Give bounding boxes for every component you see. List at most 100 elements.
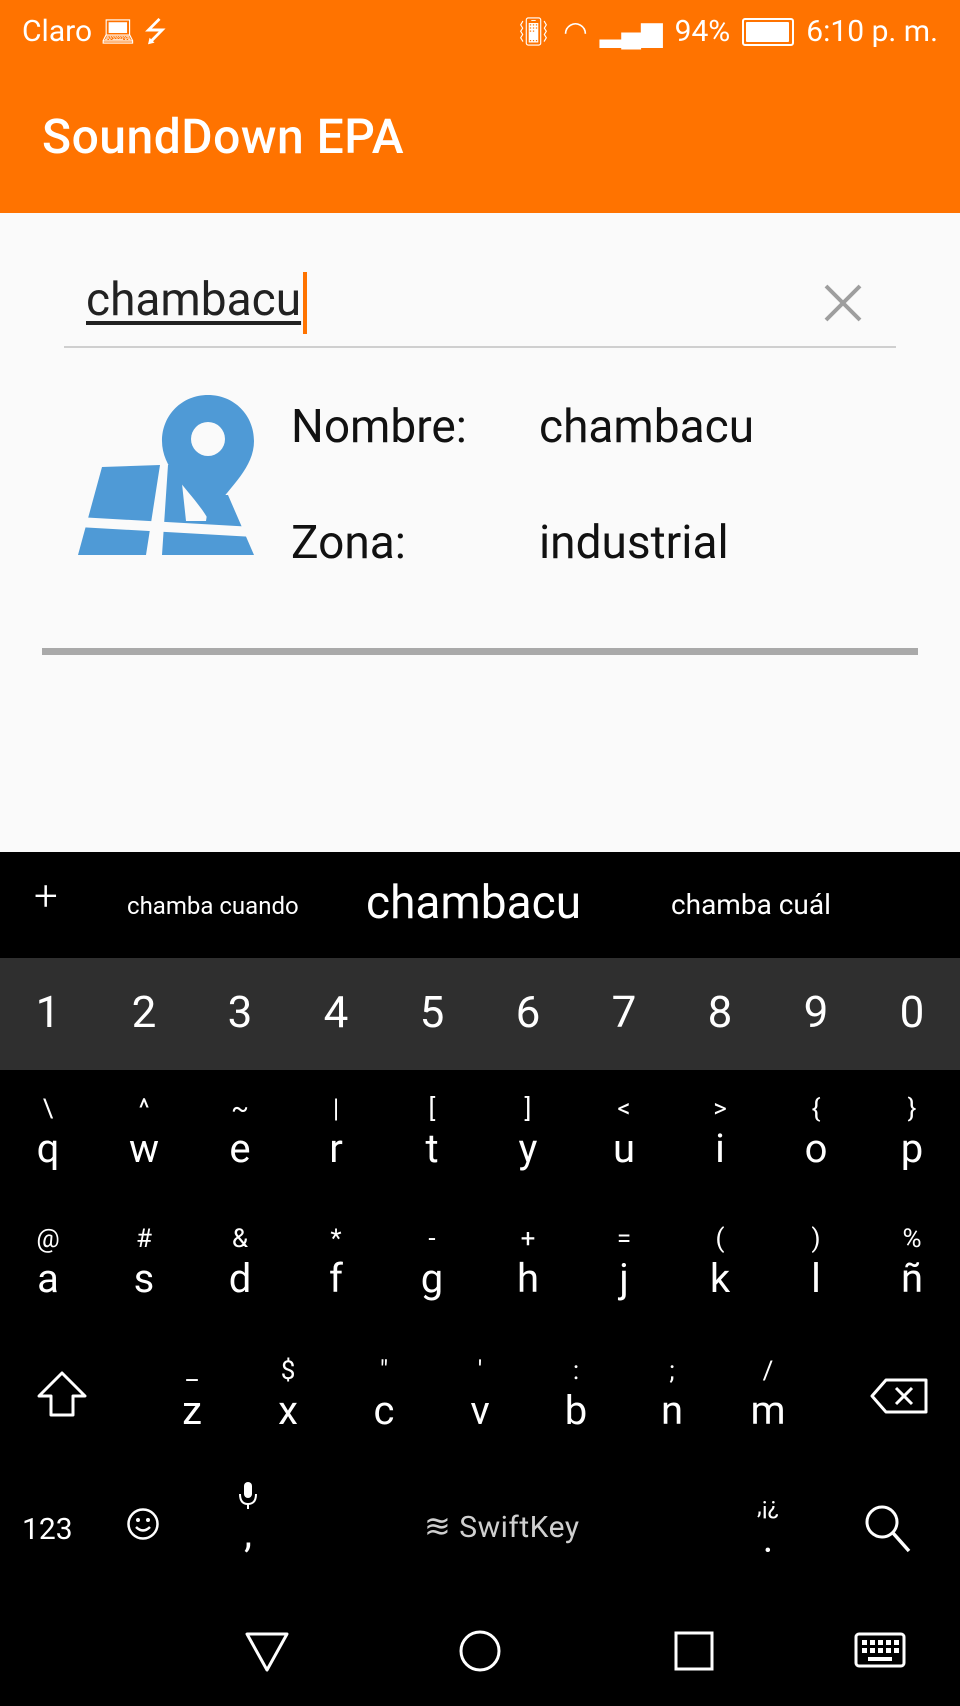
letter-key[interactable]: = j	[576, 1222, 672, 1302]
key-secondary-symbol: )	[811, 1224, 821, 1254]
navigation-bar	[0, 1600, 960, 1706]
home-icon[interactable]	[457, 1628, 503, 1674]
key-secondary-symbol: /	[762, 1356, 774, 1386]
comma-label: ,	[244, 1510, 252, 1557]
number-key[interactable]: 7	[576, 986, 672, 1038]
comma-key[interactable]: ,	[228, 1480, 268, 1568]
number-key[interactable]: 4	[288, 986, 384, 1038]
key-secondary-symbol: {	[811, 1094, 821, 1124]
number-key[interactable]: 1	[0, 986, 96, 1038]
letter-key[interactable]: $ x	[240, 1354, 336, 1434]
letter-key[interactable]: (k	[672, 1222, 768, 1302]
key-letter: ñ	[900, 1255, 924, 1302]
key-letter: u	[612, 1125, 636, 1172]
emoji-icon[interactable]	[126, 1507, 160, 1541]
search-input[interactable]: chambacu	[86, 273, 301, 327]
key-letter: h	[516, 1255, 540, 1302]
number-key[interactable]: 9	[768, 986, 864, 1038]
vibrate-icon: 📳︎	[515, 14, 552, 48]
letter-key[interactable]: * f	[288, 1222, 384, 1302]
key-secondary-symbol: '	[477, 1356, 483, 1386]
zone-label: Zona:	[291, 516, 406, 570]
text-caret	[303, 272, 308, 334]
shift-icon[interactable]	[36, 1370, 88, 1418]
divider	[42, 648, 918, 655]
key-secondary-symbol: "	[379, 1356, 389, 1386]
key-secondary-symbol: -	[428, 1224, 436, 1254]
key-secondary-symbol: =	[616, 1224, 632, 1254]
period-key[interactable]: ,¡¿ .	[748, 1492, 788, 1562]
usb-icon: ⭍	[143, 14, 167, 48]
search-icon[interactable]	[862, 1502, 912, 1554]
number-key[interactable]: 8	[672, 986, 768, 1038]
key-letter: r	[329, 1125, 343, 1172]
letter-key[interactable]: \ q	[0, 1092, 96, 1172]
key-secondary-symbol: %	[902, 1224, 922, 1254]
key-secondary-symbol: |	[332, 1094, 340, 1124]
key-letter: k	[709, 1255, 731, 1302]
number-key[interactable]: 0	[864, 986, 960, 1038]
number-key[interactable]: 6	[480, 986, 576, 1038]
letter-key[interactable]: ; n	[624, 1354, 720, 1434]
suggestion-center[interactable]: chambacu	[366, 876, 581, 930]
letter-key[interactable]: + h	[480, 1222, 576, 1302]
letter-key[interactable]: " c	[336, 1354, 432, 1434]
carrier-label: Claro	[22, 14, 93, 49]
numbers-key[interactable]: 123	[22, 1512, 73, 1547]
recents-icon[interactable]	[671, 1628, 717, 1674]
key-letter: z	[182, 1387, 202, 1434]
letter-key[interactable]: [t	[384, 1092, 480, 1172]
key-letter: g	[420, 1255, 444, 1302]
letter-key[interactable]: % ñ	[864, 1222, 960, 1302]
letter-key[interactable]: -g	[384, 1222, 480, 1302]
key-letter: d	[228, 1255, 252, 1302]
letter-key[interactable]: ~ e	[192, 1092, 288, 1172]
letter-key[interactable]: } p	[864, 1092, 960, 1172]
number-key[interactable]: 2	[96, 986, 192, 1038]
key-letter: c	[373, 1387, 395, 1434]
space-bar-label: SwiftKey	[459, 1510, 580, 1545]
key-secondary-symbol: [	[428, 1094, 436, 1124]
key-secondary-symbol: ^	[138, 1094, 150, 1124]
key-secondary-symbol: @	[36, 1224, 60, 1254]
letter-key[interactable]: | r	[288, 1092, 384, 1172]
letter-key[interactable]: > i	[672, 1092, 768, 1172]
search-field[interactable]: chambacu	[64, 262, 896, 348]
backspace-icon[interactable]	[870, 1378, 928, 1414]
key-letter: q	[36, 1125, 60, 1172]
letter-key[interactable]: :b	[528, 1354, 624, 1434]
key-secondary-symbol: \	[42, 1094, 54, 1124]
key-letter: s	[133, 1255, 155, 1302]
battery-percent: 94%	[674, 14, 731, 49]
search-input-wrapper[interactable]: chambacu	[86, 272, 308, 334]
keyboard-icon[interactable]	[854, 1628, 906, 1674]
key-secondary-symbol: >	[713, 1094, 727, 1124]
key-letter: i	[715, 1125, 725, 1172]
suggestion-right[interactable]: chamba cuál	[671, 888, 831, 921]
suggestion-bar: + chamba cuando chambacu chamba cuál	[0, 852, 960, 958]
letter-key[interactable]: ' v	[432, 1354, 528, 1434]
letter-key[interactable]: _ z	[144, 1354, 240, 1434]
letter-key[interactable]: {o	[768, 1092, 864, 1172]
key-letter: a	[37, 1255, 59, 1302]
letter-key[interactable]: ^ w	[96, 1092, 192, 1172]
letter-key[interactable]: # s	[96, 1222, 192, 1302]
key-secondary-symbol: ~	[231, 1094, 249, 1124]
number-key[interactable]: 3	[192, 986, 288, 1038]
period-label: .	[762, 1515, 774, 1562]
suggestion-left[interactable]: chamba cuando	[127, 892, 299, 920]
letter-key[interactable]: & d	[192, 1222, 288, 1302]
letter-key[interactable]: < u	[576, 1092, 672, 1172]
plus-icon[interactable]: +	[34, 872, 58, 921]
close-icon[interactable]	[820, 280, 866, 326]
letter-key[interactable]: @ a	[0, 1222, 96, 1302]
letter-key[interactable]: / m	[720, 1354, 816, 1434]
key-letter: f	[329, 1255, 343, 1302]
number-key[interactable]: 5	[384, 986, 480, 1038]
space-bar[interactable]: ≋ SwiftKey	[424, 1507, 580, 1545]
letter-key[interactable]: ) l	[768, 1222, 864, 1302]
letter-key[interactable]: ] y	[480, 1092, 576, 1172]
back-icon[interactable]	[244, 1628, 290, 1674]
key-letter: m	[750, 1387, 786, 1434]
status-bar: Claro 💻︎ ⭍ 📳︎ ◠ ▂▄▆ 94% 6:10 p. m.	[0, 0, 960, 70]
